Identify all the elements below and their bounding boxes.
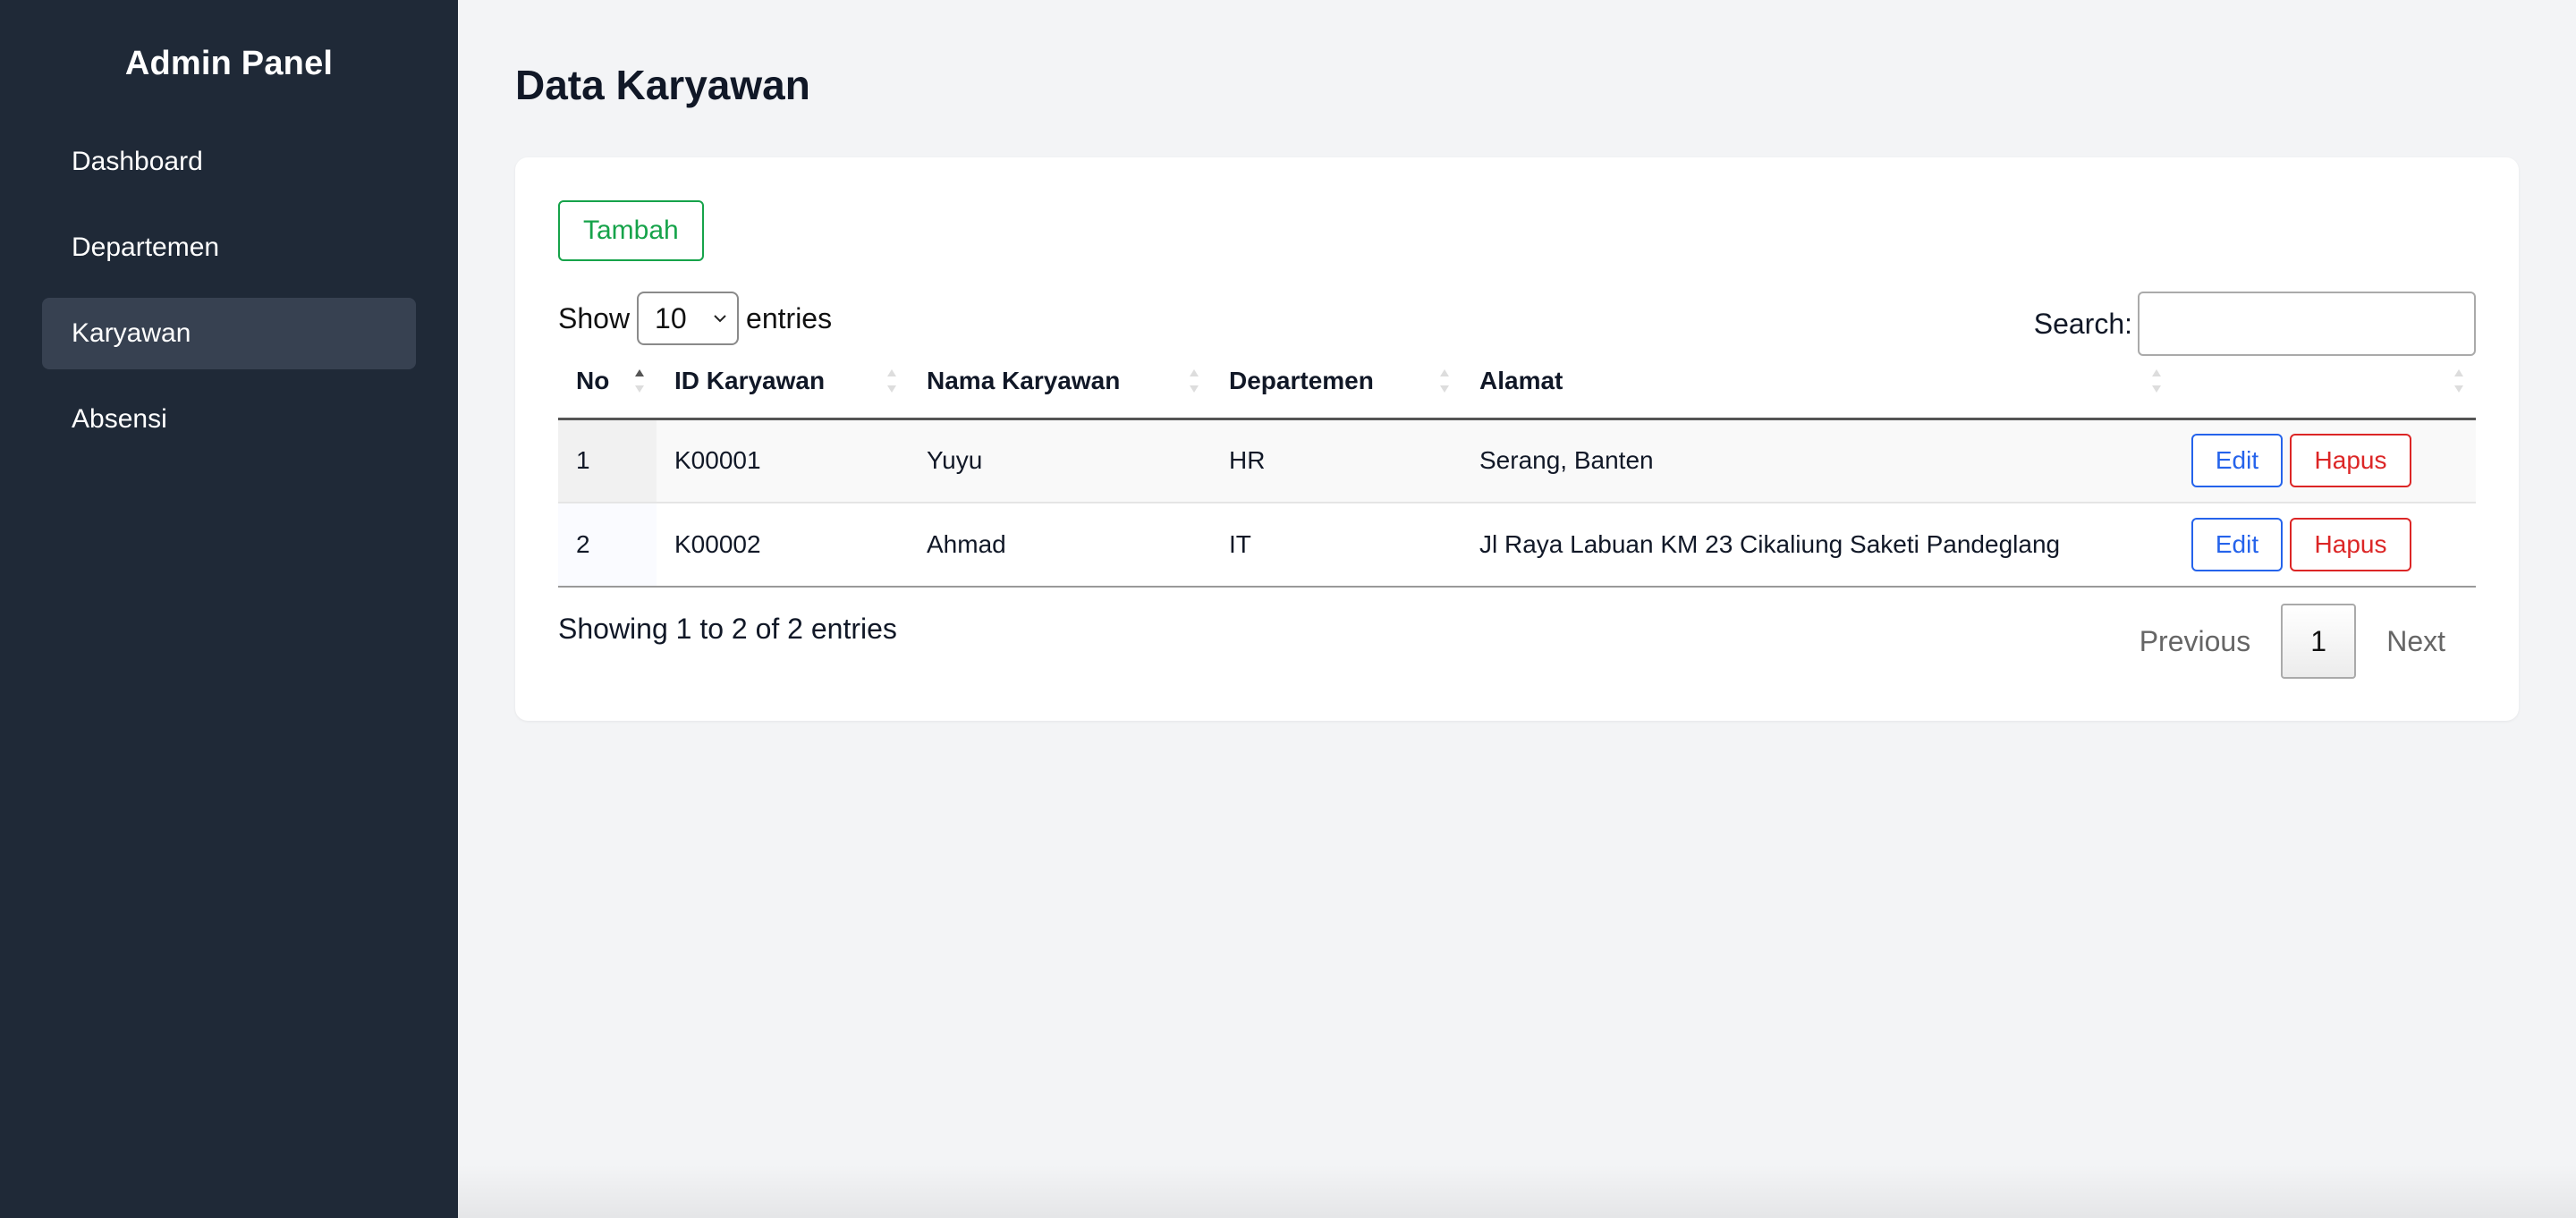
delete-button[interactable]: Hapus [2290, 434, 2411, 488]
employees-table: No ID Karyawan Nama Karyawan Departemen … [558, 345, 2476, 588]
sidebar-item-absensi[interactable]: Absensi [42, 384, 416, 455]
cell-alamat: Serang, Banten [1462, 419, 2174, 503]
edit-button[interactable]: Edit [2191, 434, 2283, 488]
cell-departemen: HR [1211, 419, 1462, 503]
column-header-departemen[interactable]: Departemen [1211, 345, 1462, 420]
column-header-actions[interactable] [2174, 345, 2476, 420]
chevron-down-icon [714, 315, 726, 323]
search-label: Search: [2033, 307, 2132, 340]
sort-icon [2454, 369, 2463, 393]
column-label: No [576, 367, 610, 395]
entries-length-control: Show 10 entries [558, 292, 832, 345]
table-info: Showing 1 to 2 of 2 entries [558, 613, 897, 645]
delete-button[interactable]: Hapus [2290, 518, 2411, 571]
column-label: Nama Karyawan [927, 367, 1121, 395]
column-header-no[interactable]: No [558, 345, 657, 420]
sort-icon [887, 369, 896, 393]
cell-alamat: Jl Raya Labuan KM 23 Cikaliung Saketi Pa… [1462, 503, 2174, 588]
cell-departemen: IT [1211, 503, 1462, 588]
cell-id: K00001 [657, 419, 909, 503]
table-row: 1 K00001 Yuyu HR Serang, Banten Edit Hap… [558, 419, 2476, 503]
cell-actions: Edit Hapus [2174, 419, 2476, 503]
entries-select-value: 10 [655, 301, 687, 334]
column-header-alamat[interactable]: Alamat [1462, 345, 2174, 420]
column-label: Departemen [1229, 367, 1374, 395]
sort-ascending-icon [635, 369, 644, 393]
add-button[interactable]: Tambah [558, 200, 704, 261]
sidebar-item-dashboard[interactable]: Dashboard [42, 126, 416, 198]
length-suffix: entries [746, 301, 833, 334]
page-title: Data Karyawan [515, 62, 810, 108]
column-label: Alamat [1479, 367, 1563, 395]
row-actions: Edit Hapus [2191, 518, 2458, 571]
column-header-nama[interactable]: Nama Karyawan [909, 345, 1211, 420]
table-header-row: No ID Karyawan Nama Karyawan Departemen … [558, 345, 2476, 420]
brand-title: Admin Panel [124, 45, 334, 82]
cell-id: K00002 [657, 503, 909, 588]
next-button[interactable]: Next [2356, 604, 2476, 679]
table-row: 2 K00002 Ahmad IT Jl Raya Labuan KM 23 C… [558, 503, 2476, 588]
entries-select[interactable]: 10 [637, 292, 740, 345]
sidebar-item-karyawan[interactable]: Karyawan [42, 298, 416, 369]
edit-button[interactable]: Edit [2191, 518, 2283, 571]
bottom-shadow [458, 1164, 2576, 1218]
sort-icon [1190, 369, 1199, 393]
cell-no: 1 [558, 419, 657, 503]
cell-nama: Yuyu [909, 419, 1211, 503]
length-prefix: Show [558, 301, 631, 334]
previous-button[interactable]: Previous [2109, 604, 2282, 679]
column-label: ID Karyawan [674, 367, 826, 395]
page-button-current[interactable]: 1 [2281, 604, 2357, 679]
sort-icon [1440, 369, 1449, 393]
sidebar-item-departemen[interactable]: Departemen [42, 212, 416, 283]
main-content: Data Karyawan Tambah Show 10 entries Sea… [458, 0, 2576, 1218]
data-card: Tambah Show 10 entries Search: No ID Kar… [515, 157, 2519, 721]
cell-no: 2 [558, 503, 657, 588]
column-header-id[interactable]: ID Karyawan [657, 345, 909, 420]
cell-nama: Ahmad [909, 503, 1211, 588]
table-footer: Showing 1 to 2 of 2 entries Previous 1 N… [558, 595, 2476, 684]
sidebar-nav: Dashboard Departemen Karyawan Absensi [0, 126, 458, 455]
pagination: Previous 1 Next [2109, 604, 2476, 679]
row-actions: Edit Hapus [2191, 434, 2458, 488]
cell-actions: Edit Hapus [2174, 503, 2476, 588]
sidebar: Admin Panel Dashboard Departemen Karyawa… [0, 0, 458, 1218]
sort-icon [2152, 369, 2161, 393]
